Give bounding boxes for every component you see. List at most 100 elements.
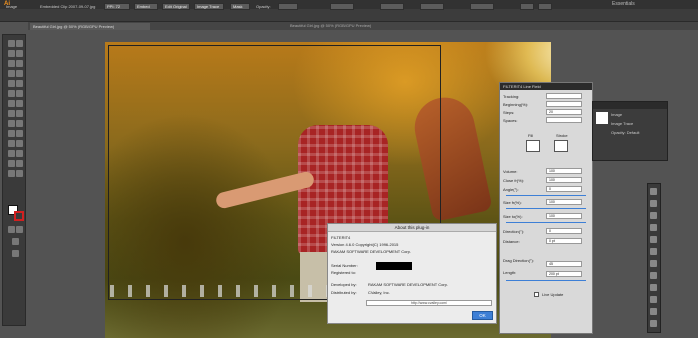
appearance-item[interactable]: Image Trace [611, 121, 633, 126]
h-field[interactable] [470, 3, 494, 10]
appearance-panel: Image Image Trace Opacity: Default [592, 101, 668, 161]
image-thumbnail-icon [596, 112, 608, 124]
angle-slider[interactable] [506, 195, 586, 196]
close-fr-field[interactable]: 100 [546, 177, 582, 183]
symbol-sprayer-tool-icon[interactable] [8, 150, 15, 157]
scale-tool-icon[interactable] [16, 100, 23, 107]
image-trace-button[interactable]: Image Trace [194, 3, 224, 10]
artboard-tool-icon[interactable] [8, 160, 15, 167]
direction-field[interactable]: 0 [546, 228, 582, 234]
panel-title: FILTERIT4 Line Field [500, 83, 592, 90]
width-tool-icon[interactable] [8, 110, 15, 117]
param-label: Distance: [503, 239, 520, 244]
selection-tool-icon[interactable] [8, 40, 15, 47]
edit-original-button[interactable]: Edit Original [162, 3, 190, 10]
graphic-styles-panel-icon[interactable] [650, 284, 657, 291]
opacity-field[interactable] [278, 3, 298, 10]
gradient-tool-icon[interactable] [16, 130, 23, 137]
layers-panel-icon[interactable] [650, 296, 657, 303]
blend-tool-icon[interactable] [16, 140, 23, 147]
param-label: Volume: [503, 169, 518, 174]
gradient-mode-icon[interactable] [16, 226, 23, 233]
transparency-panel-icon[interactable] [650, 260, 657, 267]
spaces-options[interactable] [546, 117, 582, 123]
size-fr-slider[interactable] [506, 208, 586, 209]
shape-builder-tool-icon[interactable] [8, 120, 15, 127]
document-window-title: Beautiful Girl.jpg @ 50% (RGB/GPU Previe… [290, 23, 372, 28]
links-panel-icon[interactable] [650, 320, 657, 327]
length-field[interactable]: 200 pt [546, 271, 582, 277]
filterit-panel: FILTERIT4 Line Field Tracking: Beginning… [499, 82, 593, 334]
perspective-grid-tool-icon[interactable] [16, 120, 23, 127]
live-update-checkbox[interactable] [534, 292, 539, 297]
brushes-panel-icon[interactable] [650, 212, 657, 219]
appearance-item[interactable]: Opacity: Default [611, 130, 639, 135]
size-to-field[interactable]: 100 [546, 213, 582, 219]
transform-button[interactable] [520, 3, 534, 10]
hand-tool-icon[interactable] [8, 170, 15, 177]
eraser-tool-icon[interactable] [16, 90, 23, 97]
embed-button[interactable]: Embed [134, 3, 158, 10]
volume-field[interactable]: 100 [546, 168, 582, 174]
registered-to-label: Registered to: [331, 270, 356, 275]
column-graph-tool-icon[interactable] [16, 150, 23, 157]
drag-direction-field[interactable]: 45 [546, 261, 582, 267]
lasso-tool-icon[interactable] [16, 50, 23, 57]
symbols-panel-icon[interactable] [650, 224, 657, 231]
rotate-tool-icon[interactable] [8, 100, 15, 107]
length-slider[interactable] [506, 280, 586, 281]
developed-by-label: Developed by: [331, 282, 357, 287]
color-mode-icon[interactable] [8, 226, 15, 233]
swatches-panel-icon[interactable] [650, 200, 657, 207]
screen-mode-icon[interactable] [12, 250, 19, 257]
beginning-field[interactable] [546, 101, 582, 107]
tracking-field[interactable] [546, 93, 582, 99]
distance-field[interactable]: 0 pt [546, 238, 582, 244]
ok-button[interactable]: OK [472, 311, 493, 320]
eyedropper-tool-icon[interactable] [8, 140, 15, 147]
document-tab[interactable]: Beautiful Girl.jpg @ 50% (RGB/GPU Previe… [30, 23, 150, 30]
steps-field[interactable]: 20 [546, 109, 582, 115]
paintbrush-tool-icon[interactable] [8, 80, 15, 87]
align-button[interactable] [538, 3, 552, 10]
appearance-panel-icon[interactable] [650, 272, 657, 279]
zoom-tool-icon[interactable] [16, 170, 23, 177]
free-transform-tool-icon[interactable] [16, 110, 23, 117]
tools-panel [2, 34, 26, 326]
color-panel-icon[interactable] [650, 188, 657, 195]
line-tool-icon[interactable] [8, 70, 15, 77]
size-to-slider[interactable] [506, 222, 586, 223]
stroke-panel-icon[interactable] [650, 236, 657, 243]
workspace-switcher[interactable]: Essentials [612, 1, 635, 7]
rectangle-tool-icon[interactable] [16, 70, 23, 77]
direct-selection-tool-icon[interactable] [16, 40, 23, 47]
mesh-tool-icon[interactable] [8, 130, 15, 137]
version-text: Version 4.6.0 Copyright(C) 1996-2015 [331, 242, 399, 247]
param-label: Angle(°): [503, 187, 519, 192]
product-name: FILTERIT4 [331, 235, 351, 240]
mask-button[interactable]: Mask [230, 3, 250, 10]
size-fr-field[interactable]: 100 [546, 199, 582, 205]
stroke-swatch-icon[interactable] [554, 140, 568, 152]
developed-by-value: RAKAM SOFTWARE DEVELOPMENT Corp. [368, 282, 449, 287]
website-link[interactable]: http://www.cvalley.com/ [366, 300, 492, 306]
stroke-swatch-icon[interactable] [14, 211, 24, 221]
fill-swatch-icon[interactable] [526, 140, 540, 152]
pen-tool-icon[interactable] [8, 60, 15, 67]
y-field[interactable] [380, 3, 404, 10]
linked-file-link[interactable]: Embedded Clip 2007-09-07.jpg [40, 3, 95, 10]
pencil-tool-icon[interactable] [16, 80, 23, 87]
angle-field[interactable]: 0 [546, 186, 582, 192]
artboards-panel-icon[interactable] [650, 308, 657, 315]
appearance-item[interactable]: Image [611, 112, 622, 117]
param-label: Direction(°): [503, 229, 525, 234]
blob-brush-tool-icon[interactable] [8, 90, 15, 97]
type-tool-icon[interactable] [16, 60, 23, 67]
stroke-label: Stroke [556, 133, 568, 138]
drawing-mode-icon[interactable] [12, 238, 19, 245]
magic-wand-tool-icon[interactable] [8, 50, 15, 57]
w-field[interactable] [420, 3, 444, 10]
x-field[interactable] [330, 3, 354, 10]
slice-tool-icon[interactable] [16, 160, 23, 167]
gradient-panel-icon[interactable] [650, 248, 657, 255]
